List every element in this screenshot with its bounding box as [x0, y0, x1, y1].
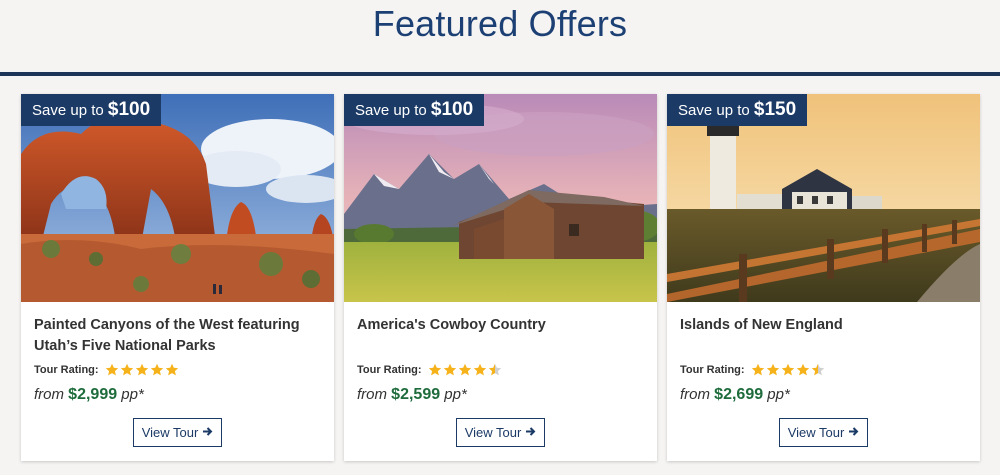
- tour-price: from $2,699 pp*: [680, 386, 790, 404]
- star-icon: [766, 363, 779, 376]
- star-icon: [473, 363, 486, 376]
- tour-rating: Tour Rating:: [680, 363, 826, 377]
- arrow-right-icon: [848, 425, 859, 440]
- star-icon: [796, 363, 809, 376]
- savings-badge: Save up to $100: [21, 94, 162, 126]
- savings-badge: Save up to $150: [667, 94, 808, 126]
- tour-rating: Tour Rating:: [357, 363, 503, 377]
- view-tour-button[interactable]: View Tour: [456, 418, 545, 447]
- star-rating: [105, 363, 180, 377]
- view-tour-label: View Tour: [787, 425, 845, 440]
- view-tour-button[interactable]: View Tour: [779, 418, 868, 447]
- view-tour-label: View Tour: [464, 425, 522, 440]
- star-icon: [781, 363, 794, 376]
- star-icon: [135, 363, 148, 376]
- price-suffix: pp*: [767, 386, 790, 403]
- star-icon: [105, 363, 118, 376]
- page-title: Featured Offers: [372, 3, 628, 44]
- star-icon: [488, 363, 501, 376]
- star-rating: [428, 363, 503, 377]
- section-header: Featured Offers: [0, 0, 1000, 72]
- star-icon: [120, 363, 133, 376]
- star-icon: [443, 363, 456, 376]
- arrow-right-icon: [525, 425, 536, 440]
- view-tour-label: View Tour: [141, 425, 199, 440]
- offer-card[interactable]: Save up to $100 Painted Canyons of the W…: [21, 94, 334, 461]
- tour-title[interactable]: Islands of New England: [680, 315, 970, 336]
- rating-label: Tour Rating:: [680, 364, 745, 376]
- tour-title[interactable]: Painted Canyons of the West featuring Ut…: [34, 315, 324, 357]
- view-tour-button[interactable]: View Tour: [133, 418, 222, 447]
- tour-price: from $2,999 pp*: [34, 386, 144, 404]
- badge-amount: $100: [107, 99, 151, 120]
- star-icon: [428, 363, 441, 376]
- tour-title[interactable]: America's Cowboy Country: [357, 315, 647, 336]
- badge-prefix: Save up to: [32, 102, 104, 119]
- star-rating: [751, 363, 826, 377]
- price-prefix: from: [34, 386, 64, 403]
- badge-prefix: Save up to: [678, 102, 750, 119]
- price-amount: $2,999: [68, 386, 118, 403]
- rating-label: Tour Rating:: [34, 364, 99, 376]
- star-icon: [751, 363, 764, 376]
- price-prefix: from: [680, 386, 710, 403]
- price-amount: $2,699: [714, 386, 764, 403]
- offer-card[interactable]: Save up to $150 Islands of New England T…: [667, 94, 980, 461]
- rating-label: Tour Rating:: [357, 364, 422, 376]
- star-icon: [811, 363, 824, 376]
- price-suffix: pp*: [444, 386, 467, 403]
- offer-card[interactable]: Save up to $100 America's Cowboy Country…: [344, 94, 657, 461]
- star-icon: [458, 363, 471, 376]
- savings-badge: Save up to $100: [344, 94, 485, 126]
- badge-amount: $150: [753, 99, 797, 120]
- price-suffix: pp*: [121, 386, 144, 403]
- tour-rating: Tour Rating:: [34, 363, 180, 377]
- star-icon: [150, 363, 163, 376]
- offers-grid: Save up to $100 Painted Canyons of the W…: [0, 76, 1000, 475]
- price-prefix: from: [357, 386, 387, 403]
- badge-prefix: Save up to: [355, 102, 427, 119]
- badge-amount: $100: [430, 99, 474, 120]
- price-amount: $2,599: [391, 386, 441, 403]
- star-icon: [165, 363, 178, 376]
- tour-price: from $2,599 pp*: [357, 386, 467, 404]
- arrow-right-icon: [202, 425, 213, 440]
